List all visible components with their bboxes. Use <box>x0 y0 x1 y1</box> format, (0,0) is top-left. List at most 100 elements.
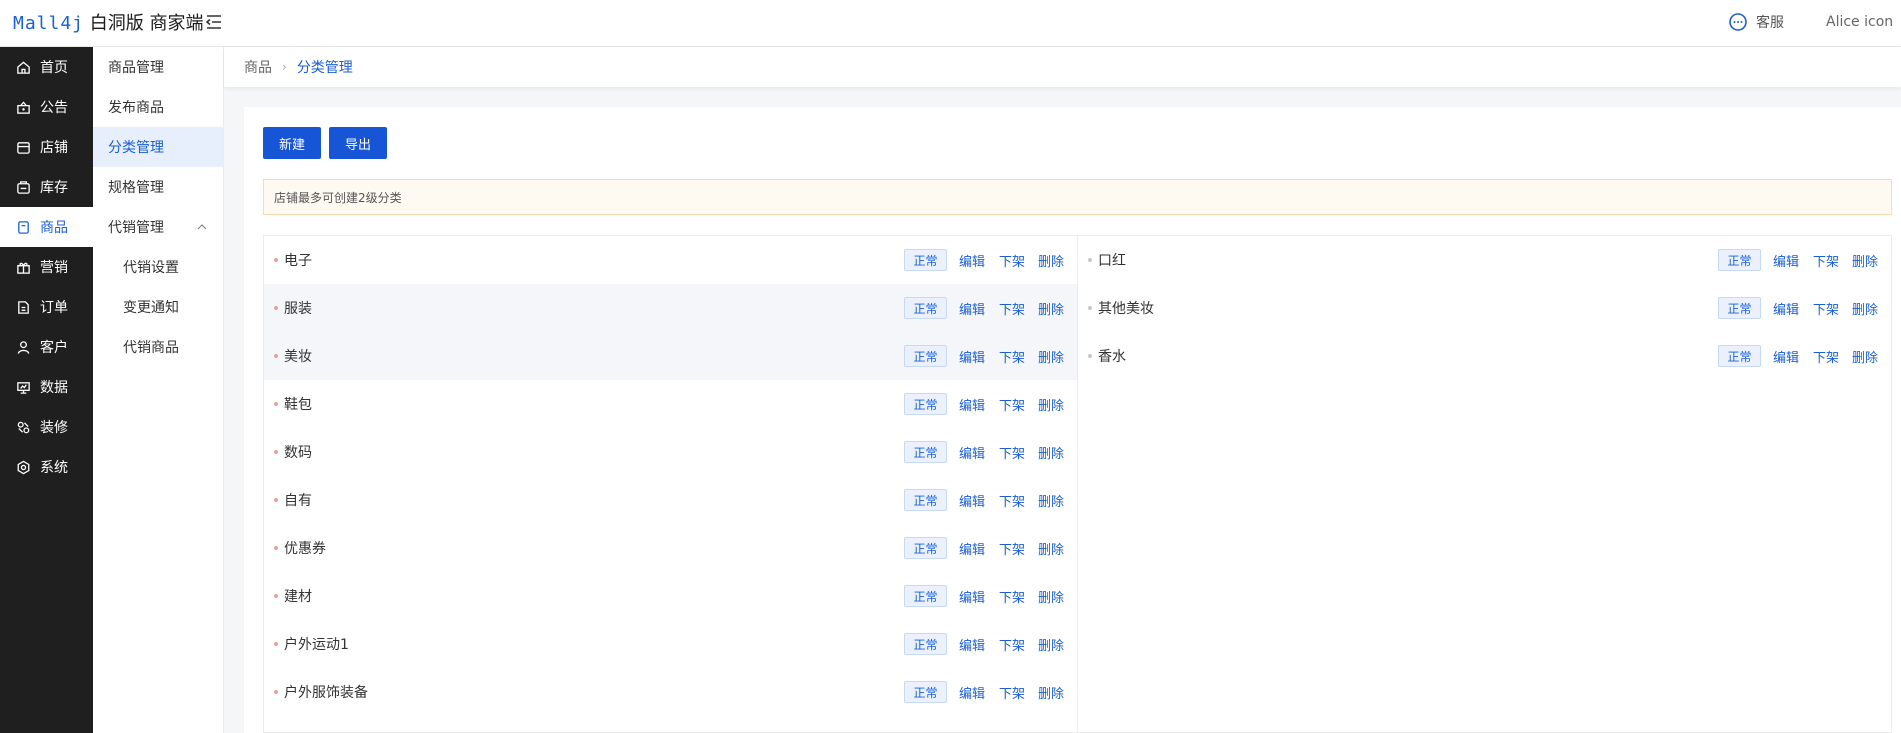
category-row[interactable]: 口红 正常 编辑 下架 删除 <box>1078 236 1892 284</box>
off-shelf-link[interactable]: 下架 <box>999 635 1025 654</box>
edit-link[interactable]: 编辑 <box>959 491 985 510</box>
category-row[interactable]: 户外运动1 正常 编辑 下架 删除 <box>264 620 1077 668</box>
edit-link[interactable]: 编辑 <box>959 395 985 414</box>
edit-link[interactable]: 编辑 <box>959 443 985 462</box>
category-name: 口红 <box>1098 253 1126 269</box>
menu-collapse-icon[interactable] <box>205 13 223 31</box>
bullet-icon <box>274 498 278 502</box>
category-row[interactable]: 美妆 正常 编辑 下架 删除 <box>264 332 1077 380</box>
off-shelf-link[interactable]: 下架 <box>999 395 1025 414</box>
gift-icon <box>17 262 30 274</box>
bullet-icon <box>1088 258 1092 262</box>
edit-link[interactable]: 编辑 <box>1773 347 1799 366</box>
off-shelf-link[interactable]: 下架 <box>999 491 1025 510</box>
subnav-item-publish-product[interactable]: 发布商品 <box>93 87 223 127</box>
subnav-item-spec-manage[interactable]: 规格管理 <box>93 167 223 207</box>
edit-link[interactable]: 编辑 <box>959 683 985 702</box>
nav-item-marketing[interactable]: 营销 <box>0 247 93 287</box>
delete-link[interactable]: 删除 <box>1038 491 1064 510</box>
off-shelf-link[interactable]: 下架 <box>999 539 1025 558</box>
edit-link[interactable]: 编辑 <box>959 587 985 606</box>
category-name: 优惠券 <box>284 541 326 557</box>
edit-link[interactable]: 编辑 <box>959 539 985 558</box>
delete-link[interactable]: 删除 <box>1038 635 1064 654</box>
nav-label: 客户 <box>40 340 68 356</box>
subnav-item-consign-products[interactable]: 代销商品 <box>93 327 223 367</box>
nav-item-data[interactable]: 数据 <box>0 367 93 407</box>
edit-link[interactable]: 编辑 <box>1773 251 1799 270</box>
nav-item-order[interactable]: 订单 <box>0 287 93 327</box>
delete-link[interactable]: 删除 <box>1038 347 1064 366</box>
nav-item-system[interactable]: 系统 <box>0 447 93 487</box>
edit-link[interactable]: 编辑 <box>959 251 985 270</box>
category-row[interactable]: 自有 正常 编辑 下架 删除 <box>264 476 1077 524</box>
delete-link[interactable]: 删除 <box>1852 251 1878 270</box>
off-shelf-link[interactable]: 下架 <box>999 347 1025 366</box>
new-button[interactable]: 新建 <box>263 127 322 159</box>
category-row[interactable]: 其他美妆 正常 编辑 下架 删除 <box>1078 284 1892 332</box>
nav-item-inventory[interactable]: 库存 <box>0 167 93 207</box>
off-shelf-link[interactable]: 下架 <box>1813 347 1839 366</box>
subnav-item-category-manage[interactable]: 分类管理 <box>93 127 223 167</box>
status-badge: 正常 <box>904 297 947 319</box>
nav-item-store[interactable]: 店铺 <box>0 127 93 167</box>
nav-label: 系统 <box>40 460 68 476</box>
off-shelf-link[interactable]: 下架 <box>999 587 1025 606</box>
bullet-icon <box>274 594 278 598</box>
subnav-item-consign-settings[interactable]: 代销设置 <box>93 247 223 287</box>
category-row[interactable]: 电子 正常 编辑 下架 删除 <box>264 236 1077 284</box>
status-badge: 正常 <box>904 441 947 463</box>
logo[interactable]: Mall4j 白洞版 商家端 <box>13 9 204 35</box>
nav-label: 数据 <box>40 380 68 396</box>
breadcrumb-parent[interactable]: 商品 <box>244 57 272 77</box>
category-row[interactable]: 优惠券 正常 编辑 下架 删除 <box>264 524 1077 572</box>
delete-link[interactable]: 删除 <box>1038 443 1064 462</box>
delete-link[interactable]: 删除 <box>1852 299 1878 318</box>
subnav-item-change-notice[interactable]: 变更通知 <box>93 287 223 327</box>
export-button[interactable]: 导出 <box>329 127 388 159</box>
category-row[interactable]: 户外服饰装备 正常 编辑 下架 删除 <box>264 668 1077 716</box>
off-shelf-link[interactable]: 下架 <box>1813 299 1839 318</box>
subnav-label: 代销管理 <box>108 220 164 236</box>
delete-link[interactable]: 删除 <box>1038 587 1064 606</box>
delete-link[interactable]: 删除 <box>1038 395 1064 414</box>
nav-item-decorate[interactable]: 装修 <box>0 407 93 447</box>
off-shelf-link[interactable]: 下架 <box>999 683 1025 702</box>
nav-item-product[interactable]: 商品 <box>0 207 93 247</box>
category-name: 服装 <box>284 301 312 317</box>
off-shelf-link[interactable]: 下架 <box>1813 251 1839 270</box>
category-row[interactable]: 建材 正常 编辑 下架 删除 <box>264 572 1077 620</box>
category-row[interactable]: 数码 正常 编辑 下架 删除 <box>264 428 1077 476</box>
nav-label: 商品 <box>40 220 68 236</box>
status-badge: 正常 <box>904 345 947 367</box>
nav-label: 首页 <box>40 60 68 76</box>
delete-link[interactable]: 删除 <box>1038 539 1064 558</box>
customer-service[interactable]: 客服 <box>1728 12 1784 32</box>
user-icon <box>17 340 30 354</box>
logo-text: 白洞版 商家端 <box>89 13 204 34</box>
category-row[interactable]: 鞋包 正常 编辑 下架 删除 <box>264 380 1077 428</box>
delete-link[interactable]: 删除 <box>1038 299 1064 318</box>
edit-link[interactable]: 编辑 <box>959 635 985 654</box>
nav-item-notice[interactable]: 公告 <box>0 87 93 127</box>
category-row[interactable]: 服装 正常 编辑 下架 删除 <box>264 284 1077 332</box>
status-badge: 正常 <box>904 249 947 271</box>
delete-link[interactable]: 删除 <box>1852 347 1878 366</box>
status-badge: 正常 <box>904 681 947 703</box>
delete-link[interactable]: 删除 <box>1038 683 1064 702</box>
edit-link[interactable]: 编辑 <box>1773 299 1799 318</box>
inventory-icon <box>17 180 30 194</box>
category-row[interactable]: 香水 正常 编辑 下架 删除 <box>1078 332 1892 380</box>
off-shelf-link[interactable]: 下架 <box>999 299 1025 318</box>
off-shelf-link[interactable]: 下架 <box>999 443 1025 462</box>
nav-item-home[interactable]: 首页 <box>0 47 93 87</box>
edit-link[interactable]: 编辑 <box>959 299 985 318</box>
user-menu[interactable]: Alice icon <box>1826 14 1893 30</box>
delete-link[interactable]: 删除 <box>1038 251 1064 270</box>
off-shelf-link[interactable]: 下架 <box>999 251 1025 270</box>
subnav-item-product-manage[interactable]: 商品管理 <box>93 47 223 87</box>
nav-item-customer[interactable]: 客户 <box>0 327 93 367</box>
subnav-item-consign-manage[interactable]: 代销管理 <box>93 207 223 247</box>
edit-link[interactable]: 编辑 <box>959 347 985 366</box>
bullet-icon <box>1088 306 1092 310</box>
